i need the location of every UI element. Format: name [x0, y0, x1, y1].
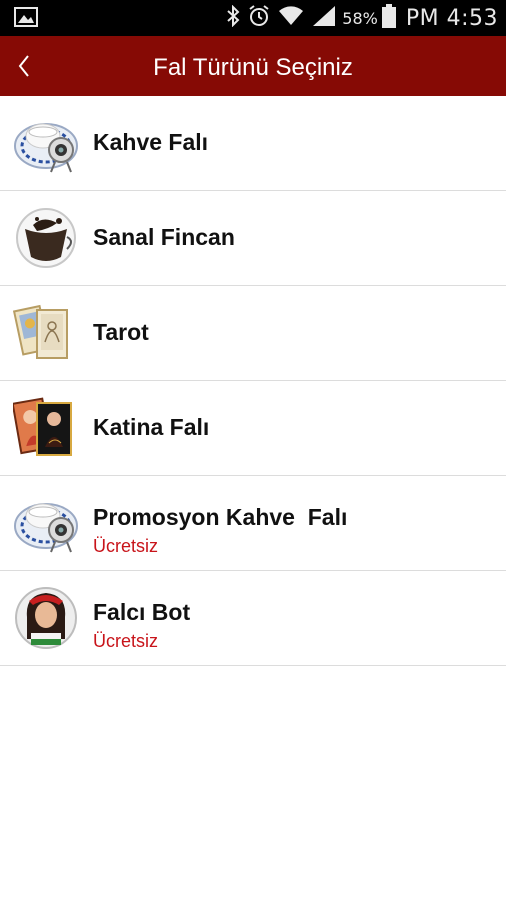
battery-icon — [381, 4, 396, 32]
list-item-label: Tarot — [93, 319, 149, 345]
coffee-cup-icon — [13, 112, 79, 174]
fortune-type-list: Kahve Falı Sanal Fincan Tarot Katina Fal… — [0, 96, 506, 666]
alarm-icon — [248, 5, 270, 31]
list-item-promosyon-kahve-fali[interactable]: Promosyon Kahve Falı Ücretsiz — [0, 476, 506, 571]
list-item-label: Promosyon Kahve Falı — [93, 504, 348, 530]
coffee-cup-icon — [13, 492, 79, 554]
tarot-cards-icon — [12, 302, 79, 364]
free-badge: Ücretsiz — [93, 536, 159, 556]
fortune-teller-avatar — [13, 587, 79, 649]
list-item-falci-bot[interactable]: Falcı Bot Ücretsiz — [0, 571, 506, 666]
list-item-label: Kahve Falı — [93, 129, 209, 155]
list-item-tarot[interactable]: Tarot — [0, 286, 506, 381]
list-item-katina-fali[interactable]: Katina Falı — [0, 381, 506, 476]
list-item-label: Falcı Bot — [93, 599, 191, 625]
page-title: Fal Türünü Seçiniz — [153, 54, 353, 81]
app-bar: Fal Türünü Seçiniz — [0, 36, 506, 96]
wifi-icon — [278, 5, 304, 31]
clock-ampm: PM — [405, 5, 440, 31]
virtual-cup-icon — [13, 207, 79, 269]
list-item-sanal-fincan[interactable]: Sanal Fincan — [0, 191, 506, 286]
katina-cards-icon — [11, 397, 79, 459]
list-item-label: Katina Falı — [93, 414, 210, 440]
clock-time: 4:53 — [446, 5, 498, 31]
signal-icon — [312, 5, 336, 31]
free-badge: Ücretsiz — [93, 631, 159, 651]
image-icon — [14, 7, 38, 27]
battery-percent: 58% — [342, 8, 378, 28]
bluetooth-icon — [226, 4, 240, 31]
status-clock: PM 4:53 — [406, 6, 498, 31]
list-item-kahve-fali[interactable]: Kahve Falı — [0, 96, 506, 191]
list-item-label: Sanal Fincan — [93, 224, 235, 250]
status-bar: 58% PM 4:53 — [0, 0, 506, 36]
